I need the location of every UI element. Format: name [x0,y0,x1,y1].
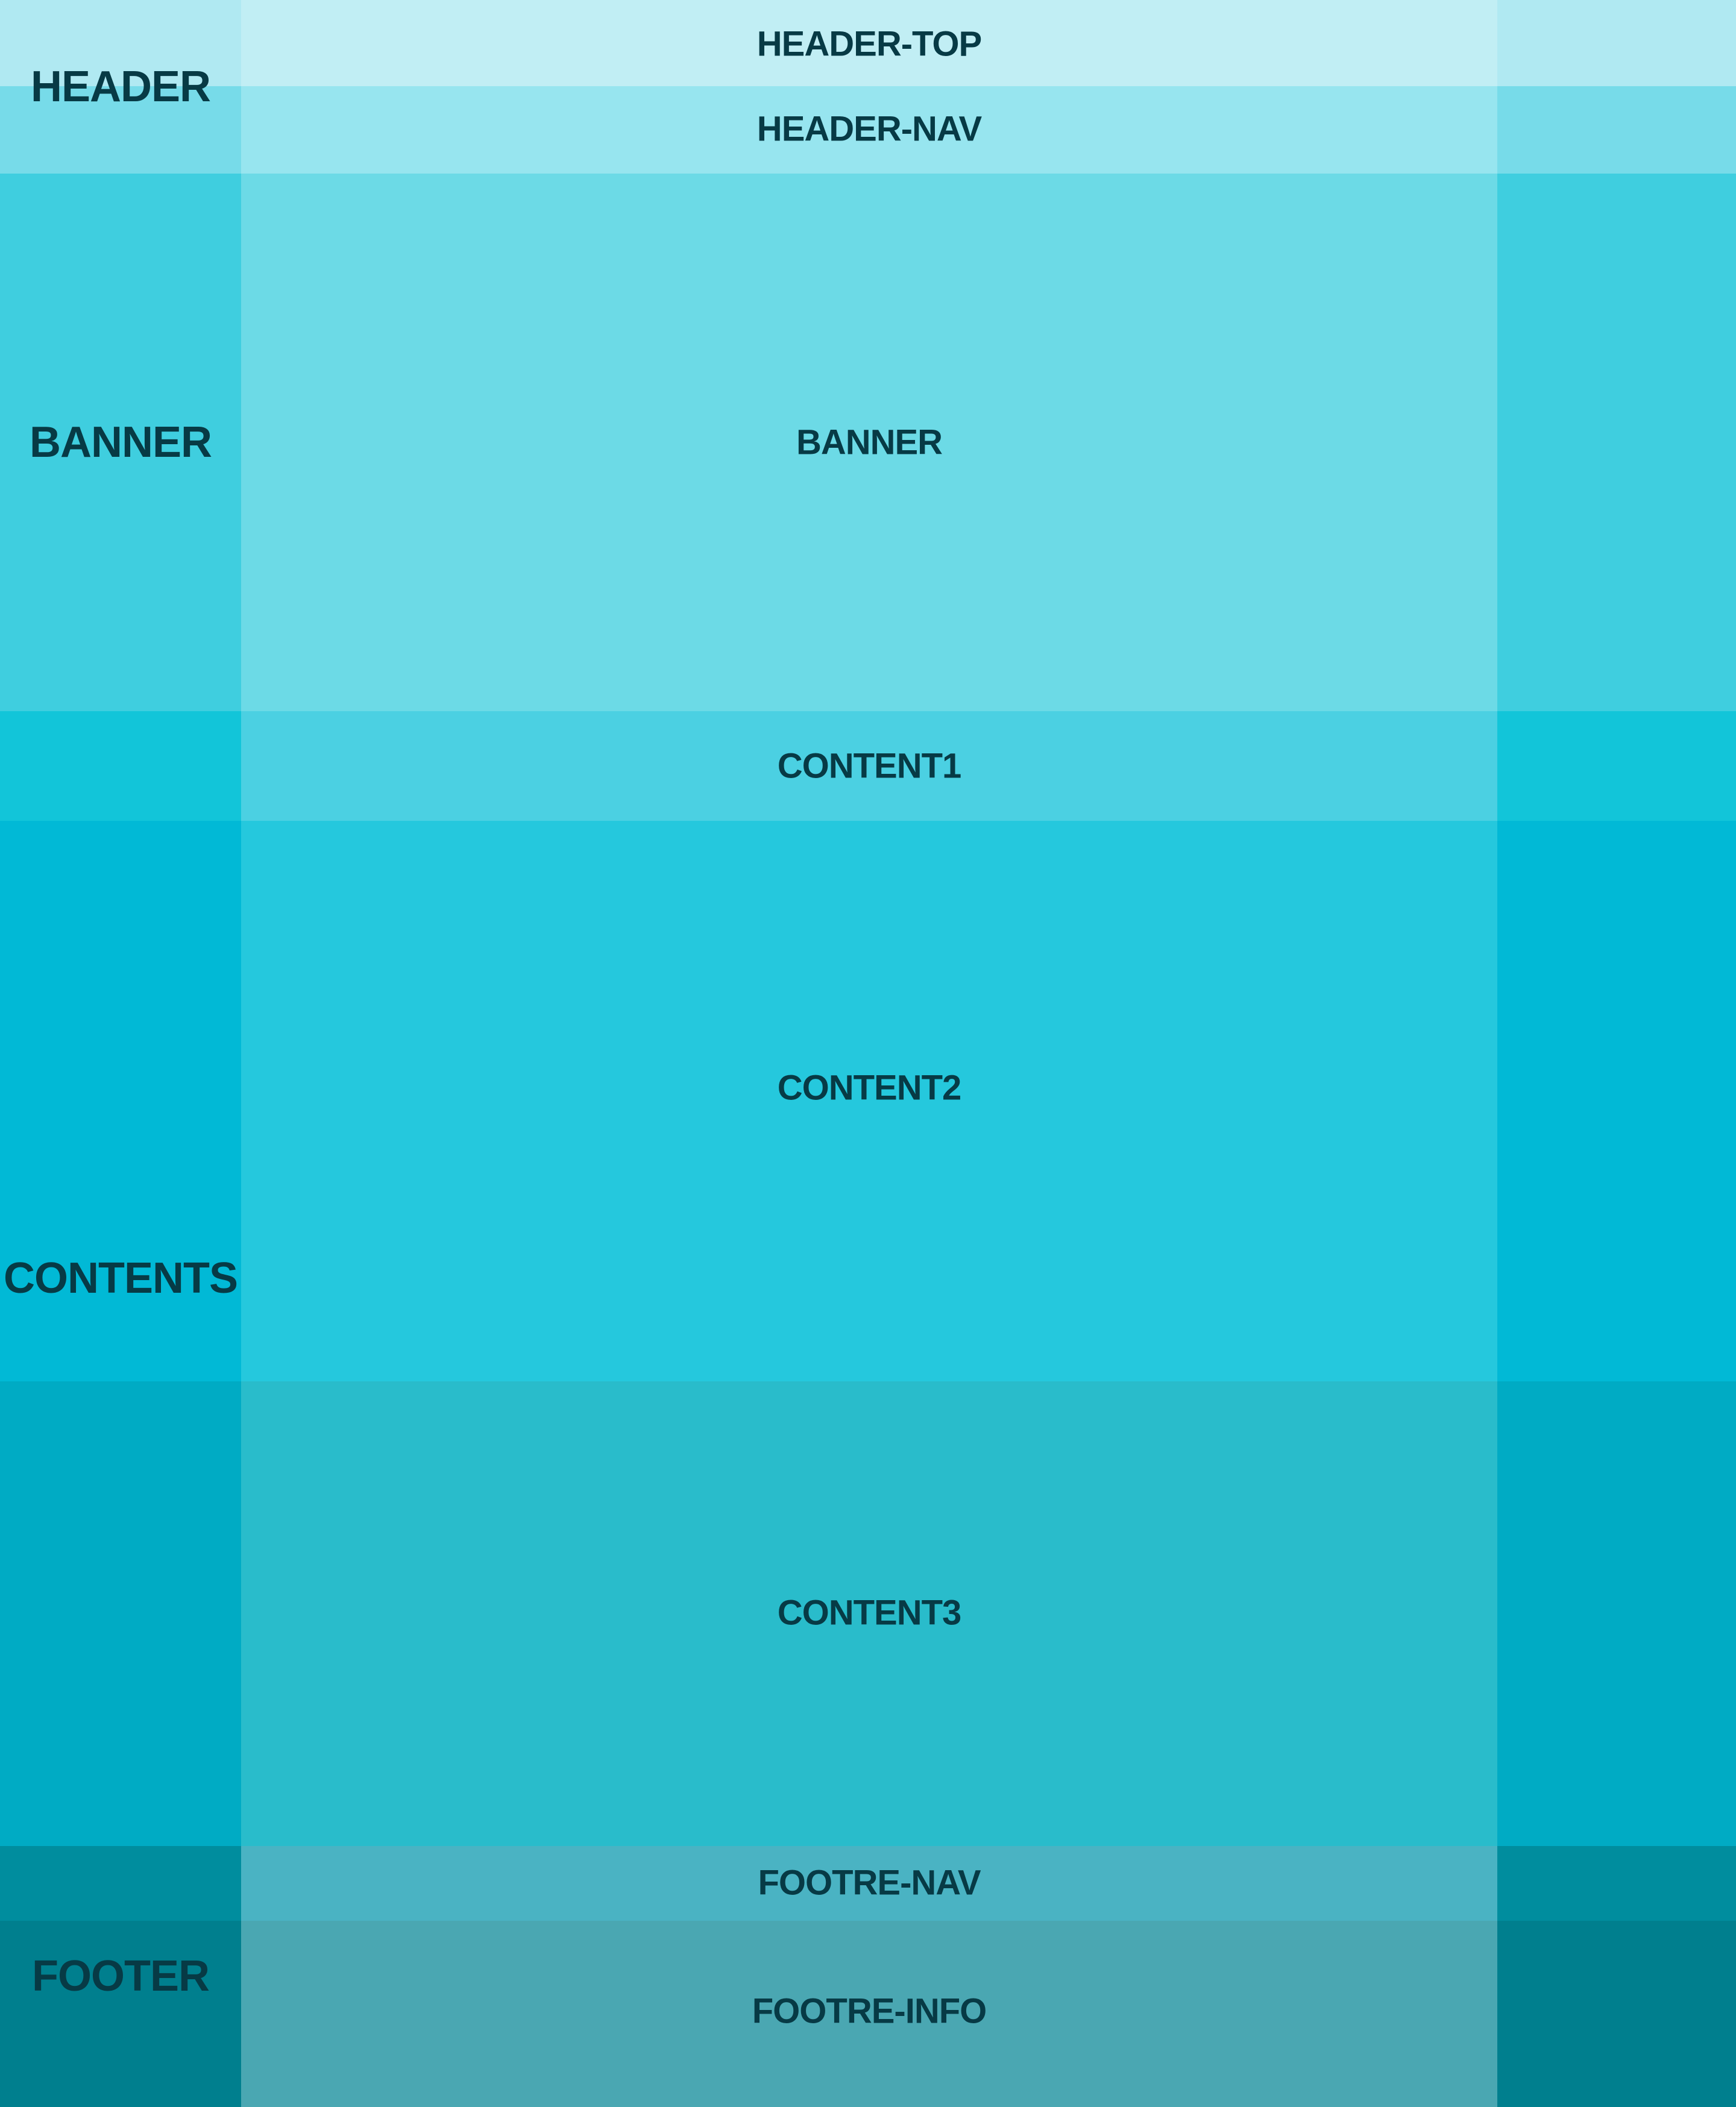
header-top-region: HEADER-TOP [241,0,1497,86]
footer-nav-region: FOOTRE-NAV [241,1846,1497,1921]
band-content1: CONTENT1 [0,711,1736,821]
banner-region: BANNER [241,174,1497,711]
group-header: HEADER [0,0,241,174]
banner-label: BANNER [796,422,943,462]
group-banner-label: BANNER [29,418,212,466]
band-footer-info: FOOTRE-INFO [0,1921,1736,2107]
footer-nav-label: FOOTRE-NAV [758,1863,981,1903]
footer-info-label: FOOTRE-INFO [752,1991,987,2031]
band-header-top: HEADER-TOP [0,0,1736,86]
band-header-nav: HEADER-NAV [0,86,1736,174]
footer-info-region: FOOTRE-INFO [241,1921,1497,2107]
header-nav-region: HEADER-NAV [241,86,1497,174]
content1-label: CONTENT1 [777,746,962,786]
content3-region: CONTENT3 [241,1381,1497,1846]
band-content3: CONTENT3 [0,1381,1736,1846]
header-top-label: HEADER-TOP [756,24,982,64]
content2-label: CONTENT2 [777,1068,962,1108]
band-footer-nav: FOOTRE-NAV [0,1846,1736,1921]
group-banner: BANNER [0,174,241,711]
group-contents: CONTENTS [0,711,241,1846]
group-header-label: HEADER [30,63,211,111]
content2-region: CONTENT2 [241,821,1497,1381]
content3-label: CONTENT3 [777,1593,962,1633]
header-nav-label: HEADER-NAV [756,109,982,149]
group-footer-label: FOOTER [32,1952,210,2000]
group-contents-label: CONTENTS [4,1254,238,1302]
band-banner: BANNER [0,174,1736,711]
group-footer: FOOTER [0,1846,241,2107]
band-content2: CONTENT2 [0,821,1736,1381]
content1-region: CONTENT1 [241,711,1497,821]
